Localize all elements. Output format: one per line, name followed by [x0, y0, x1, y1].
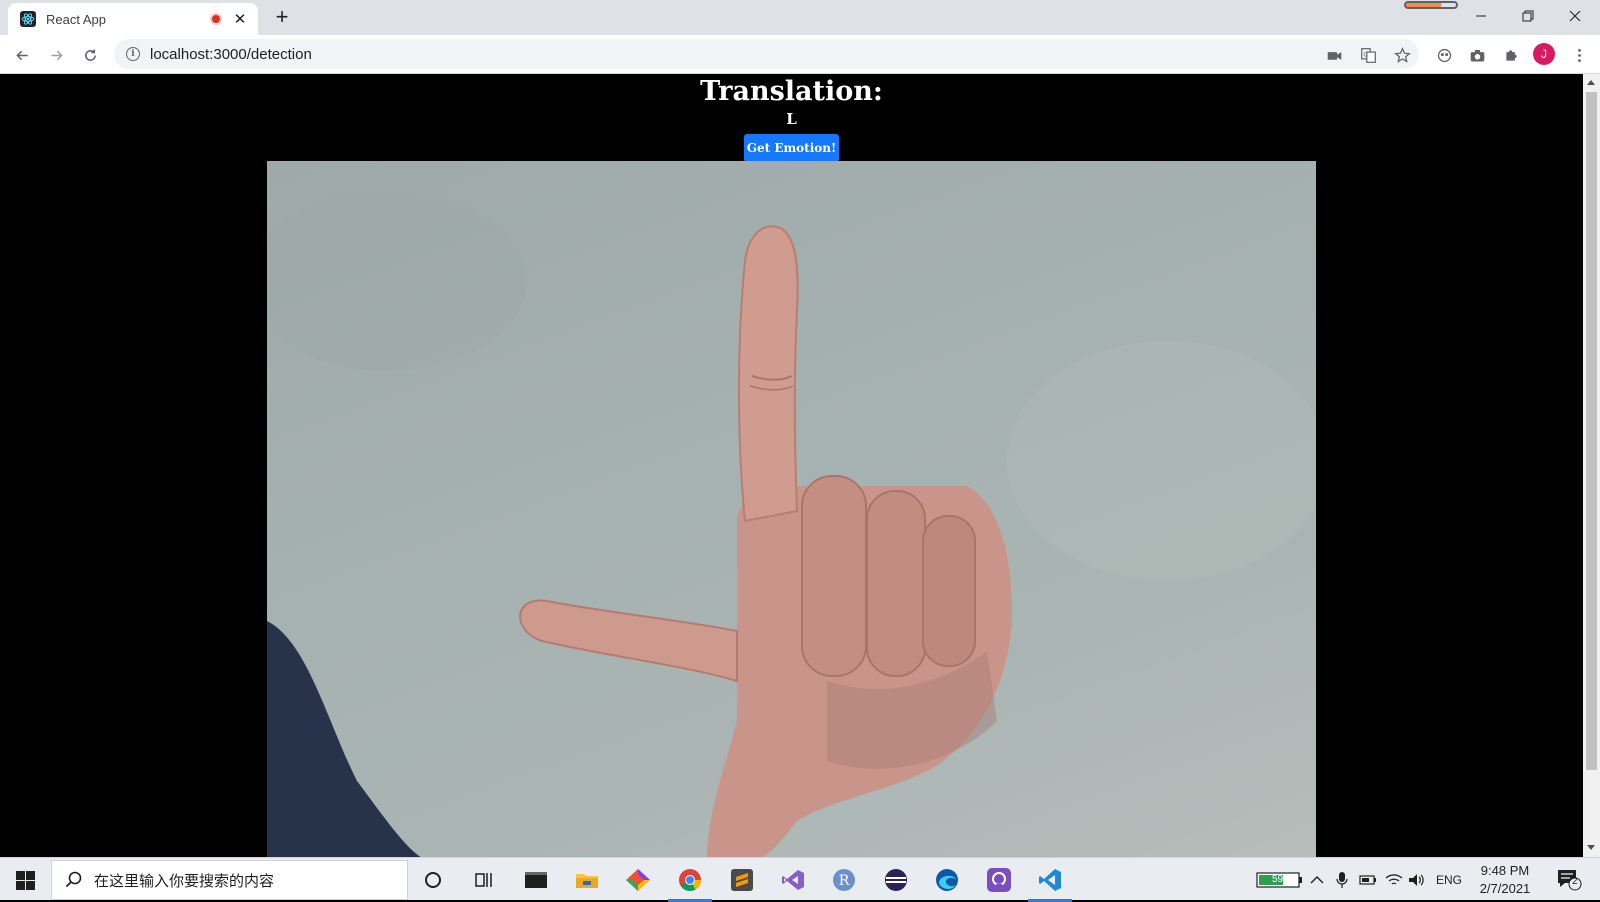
svg-text:G: G	[1363, 51, 1368, 58]
extension-badge-icon[interactable]	[1430, 41, 1458, 69]
windows-start-icon[interactable]	[10, 868, 40, 892]
wifi-icon[interactable]	[1385, 858, 1403, 901]
back-arrow-icon[interactable]	[8, 41, 36, 69]
browser-tab[interactable]: React App ✕	[8, 3, 258, 35]
clock[interactable]: 9:48 PM 2/7/2021	[1468, 862, 1542, 898]
url-text: localhost:3000/detection	[150, 45, 312, 63]
translation-result: L	[786, 110, 797, 128]
profile-avatar[interactable]: J	[1533, 43, 1555, 65]
chrome-icon[interactable]	[668, 864, 712, 902]
r-icon[interactable]: R	[828, 864, 860, 896]
input-language[interactable]: ENG	[1436, 858, 1462, 901]
visual-studio-icon[interactable]	[777, 864, 809, 896]
react-icon	[20, 11, 36, 27]
forward-arrow-icon[interactable]	[42, 41, 70, 69]
minimize-icon[interactable]	[1458, 0, 1504, 32]
recording-indicator-icon	[210, 13, 222, 25]
clock-time: 9:48 PM	[1480, 863, 1530, 878]
windows-taskbar: 在这里输入你要搜索的内容 R 59% ENG 9:48 PM 2/7/2021 …	[0, 857, 1600, 902]
page-scrollbar[interactable]	[1583, 74, 1600, 857]
page-title: Translation:	[700, 76, 883, 107]
close-window-icon[interactable]	[1552, 0, 1598, 32]
vscode-icon[interactable]	[1028, 864, 1072, 902]
browser-toolbar: i localhost:3000/detection G J	[0, 35, 1600, 74]
battery-percent: 59%	[1272, 874, 1293, 885]
taskbar-search-input[interactable]: 在这里输入你要搜索的内容	[51, 860, 408, 900]
cortana-icon[interactable]	[417, 864, 449, 896]
sublime-text-icon[interactable]	[726, 864, 758, 896]
webcam-feed	[267, 161, 1316, 857]
bookmark-star-icon[interactable]	[1388, 41, 1416, 69]
translate-icon[interactable]: G	[1354, 41, 1382, 69]
reload-icon[interactable]	[76, 41, 104, 69]
terminal-icon[interactable]	[520, 864, 552, 896]
scrollbar-thumb[interactable]	[1586, 92, 1597, 770]
hand-sign-image	[267, 191, 1316, 857]
window-profile-indicator	[1404, 1, 1458, 9]
close-tab-icon[interactable]: ✕	[232, 10, 248, 28]
scroll-down-arrow-icon[interactable]	[1587, 845, 1595, 850]
power-battery-icon[interactable]	[1359, 858, 1377, 901]
address-bar[interactable]: i localhost:3000/detection	[114, 39, 1419, 69]
restore-icon[interactable]	[1505, 0, 1551, 32]
file-explorer-icon[interactable]	[571, 864, 603, 896]
search-icon	[65, 871, 82, 888]
chevron-up-icon[interactable]	[1310, 858, 1324, 901]
screenshot-camera-icon[interactable]	[1463, 41, 1491, 69]
clock-date: 2/7/2021	[1479, 881, 1531, 896]
eclipse-icon[interactable]	[880, 864, 912, 896]
svg-text:R: R	[839, 873, 850, 889]
site-info-icon[interactable]: i	[126, 47, 140, 61]
scroll-up-arrow-icon[interactable]	[1587, 80, 1595, 85]
notification-count: 2	[1572, 876, 1578, 887]
edge-icon[interactable]	[931, 864, 963, 896]
microphone-icon[interactable]	[1336, 858, 1348, 901]
menu-more-icon[interactable]	[1565, 41, 1593, 69]
git-icon[interactable]	[622, 864, 654, 896]
new-tab-button[interactable]: +	[270, 5, 294, 29]
search-placeholder: 在这里输入你要搜索的内容	[94, 872, 275, 890]
github-icon[interactable]	[983, 864, 1015, 896]
get-emotion-button[interactable]: Get Emotion!	[744, 134, 839, 162]
notification-center-icon[interactable]: 2	[1556, 868, 1582, 892]
tab-title: React App	[46, 11, 106, 27]
extensions-puzzle-icon[interactable]	[1497, 41, 1525, 69]
browser-titlebar: React App ✕ +	[0, 0, 1600, 35]
page-viewport: Translation: L Get Emotion!	[0, 74, 1583, 857]
volume-icon[interactable]	[1408, 858, 1426, 901]
task-view-icon[interactable]	[468, 864, 500, 896]
camera-in-use-icon[interactable]	[1320, 41, 1348, 69]
